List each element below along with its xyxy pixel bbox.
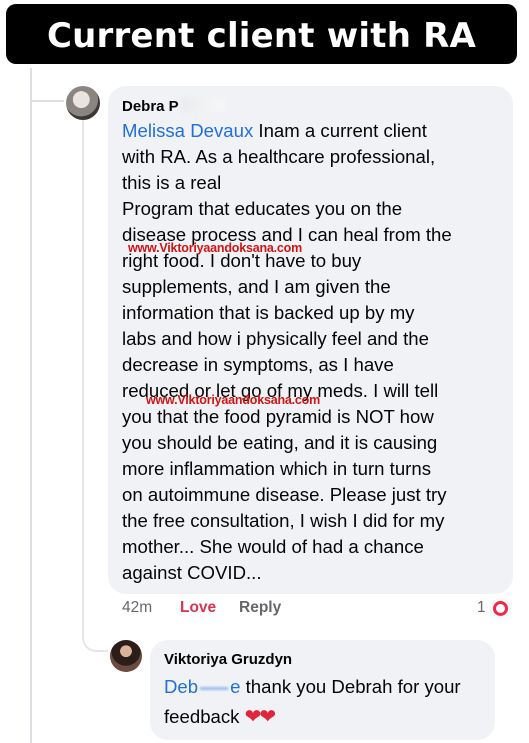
comment-author[interactable]: Debra P [122,98,225,115]
reply-thread-curve [82,622,108,652]
heart-icon: ❤❤ [244,706,276,728]
redacted-mention [200,686,229,690]
love-reaction-icon[interactable] [491,599,510,618]
banner-title: Current client with RA [46,16,477,56]
comment-body: Inam a current client with RA. As a heal… [122,120,452,583]
love-button[interactable]: Love [180,599,216,617]
comment-timestamp[interactable]: 42m [122,599,152,617]
reply-mention-end[interactable]: e [230,676,240,697]
redacted-name [180,98,225,112]
comment-author-name[interactable]: Debra P [122,98,179,115]
thread-line [30,68,32,743]
avatar[interactable] [110,640,142,672]
mention-link[interactable]: Melissa Devaux [122,120,253,141]
avatar[interactable] [66,86,100,120]
reply-mention-link[interactable]: Deb e [164,676,240,697]
reaction-count[interactable]: 1 [477,599,486,617]
reply-thread-line [82,120,84,640]
reply-author[interactable]: Viktoriya Gruzdyn [164,651,292,668]
reply-mention-start[interactable]: Deb [164,676,198,697]
comment-text: Melissa Devaux Inam a current client wit… [122,118,512,586]
thread-connector [30,100,64,102]
watermark: www.Viktoriyaandoksana.com [146,393,321,407]
reply-text: Deb e thank you Debrah for your feedback … [164,672,489,732]
title-banner: Current client with RA [6,4,517,64]
watermark: www.Viktoriyaandoksana.com [128,241,303,255]
reply-button[interactable]: Reply [239,599,281,617]
